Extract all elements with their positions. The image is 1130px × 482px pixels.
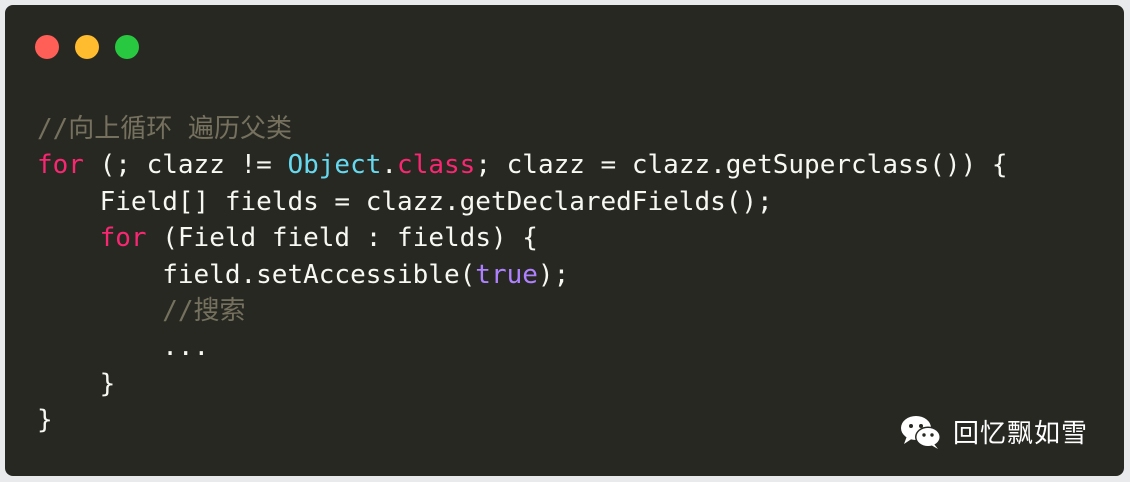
code-line: for (Field field : fields) {: [37, 220, 1008, 256]
code-token-keyword: class: [397, 150, 476, 181]
code-token-plain: }: [37, 405, 53, 436]
code-line: //向上循环 遍历父类: [37, 111, 1008, 147]
code-token-comment: //向上循环 遍历父类: [37, 114, 292, 144]
code-token-plain: .: [381, 150, 398, 181]
code-line: }: [37, 366, 1008, 402]
code-token-type: Object: [287, 150, 382, 181]
code-token-const: true: [475, 259, 538, 290]
code-line: field.setAccessible(true);: [37, 257, 1008, 293]
close-button[interactable]: [35, 35, 59, 59]
zoom-button[interactable]: [115, 35, 139, 59]
code-token-plain: (; clazz !=: [83, 150, 288, 181]
code-token-keyword: for: [37, 150, 84, 181]
code-line: ...: [37, 329, 1008, 365]
code-token-plain: ...: [37, 332, 210, 363]
watermark: 回忆飘如雪: [899, 413, 1088, 450]
code-token-plain: ; clazz = clazz.getSuperclass()) {: [475, 150, 1008, 181]
wechat-icon: [899, 414, 943, 450]
code-block: //向上循环 遍历父类 for (; clazz != Object.class;…: [37, 111, 1008, 439]
code-line: }: [37, 402, 1008, 438]
code-window: //向上循环 遍历父类 for (; clazz != Object.class;…: [5, 5, 1124, 476]
code-token-plain: field.setAccessible(: [37, 259, 476, 290]
code-token-comment: //搜索: [162, 295, 246, 326]
code-token-plain: );: [537, 259, 570, 290]
code-line: Field[] fields = clazz.getDeclaredFields…: [37, 184, 1008, 220]
code-line: //搜索: [37, 293, 1008, 329]
code-token-plain: Field[] fields = clazz.getDeclaredFields…: [37, 186, 773, 217]
minimize-button[interactable]: [75, 35, 99, 59]
code-line: for (; clazz != Object.class; clazz = cl…: [37, 147, 1008, 183]
code-token-plain: }: [37, 368, 116, 399]
code-token-keyword: for: [99, 223, 147, 254]
code-token-plain: (Field field : fields) {: [146, 223, 538, 254]
watermark-text: 回忆飘如雪: [952, 419, 1088, 449]
window-controls: [35, 35, 139, 59]
